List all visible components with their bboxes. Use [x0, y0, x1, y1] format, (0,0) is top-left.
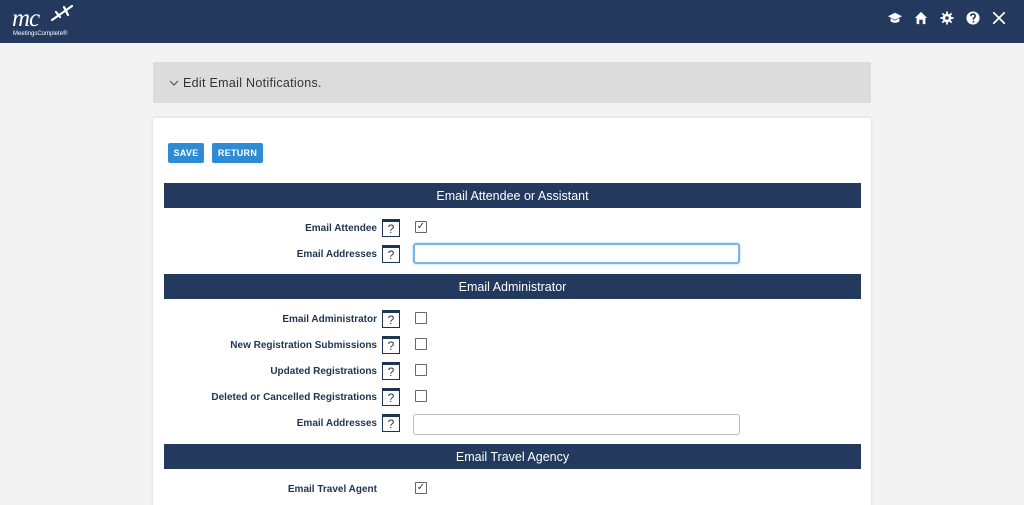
email-travel-agent-label: Email Travel Agent: [287, 484, 377, 495]
app-logo[interactable]: mc MeetingsComplete®: [10, 3, 80, 41]
attendee-email-addresses-input[interactable]: [413, 243, 740, 264]
help-icon[interactable]: ?: [382, 219, 400, 237]
email-administrator-checkbox[interactable]: [415, 312, 427, 324]
return-button[interactable]: RETURN: [212, 143, 263, 163]
section-header-travel-agency: Email Travel Agency: [164, 444, 861, 469]
question-icon[interactable]: [966, 11, 980, 25]
updated-registrations-checkbox[interactable]: [415, 364, 427, 376]
help-icon[interactable]: ?: [382, 245, 400, 263]
help-icon[interactable]: ?: [382, 310, 400, 328]
email-travel-agent-checkbox[interactable]: ✓: [415, 482, 427, 494]
header-icons: [888, 11, 1006, 25]
section-header-administrator: Email Administrator: [164, 274, 861, 299]
home-icon[interactable]: [914, 11, 928, 25]
email-administrator-label: Email Administrator: [282, 314, 377, 325]
deleted-cancelled-registrations-label: Deleted or Cancelled Registrations: [211, 392, 377, 403]
updated-registrations-label: Updated Registrations: [270, 366, 377, 377]
save-button[interactable]: SAVE: [168, 143, 204, 163]
section-header-attendee: Email Attendee or Assistant: [164, 183, 861, 208]
notifications-panel: SAVE RETURN Email Attendee or Assistant …: [153, 118, 871, 505]
help-icon[interactable]: ?: [382, 336, 400, 354]
close-icon[interactable]: [992, 11, 1006, 25]
logo-subtitle: MeetingsComplete®: [13, 31, 68, 37]
email-attendee-checkbox[interactable]: ✓: [415, 221, 427, 233]
airplane-icon: [50, 4, 74, 22]
chevron-down-icon: [169, 80, 179, 86]
logo-mark: mc: [12, 5, 40, 32]
attendee-email-addresses-label: Email Addresses: [296, 249, 377, 260]
edit-email-notifications-toggle[interactable]: Edit Email Notifications.: [153, 62, 871, 103]
new-registration-submissions-label: New Registration Submissions: [230, 340, 377, 351]
section-title: Edit Email Notifications.: [183, 75, 322, 90]
new-registration-submissions-checkbox[interactable]: [415, 338, 427, 350]
top-bar: mc MeetingsComplete®: [0, 0, 1024, 43]
gear-icon[interactable]: [940, 11, 954, 25]
email-attendee-label: Email Attendee: [305, 223, 377, 234]
graduation-cap-icon[interactable]: [888, 11, 902, 25]
help-icon[interactable]: ?: [382, 362, 400, 380]
admin-email-addresses-label: Email Addresses: [296, 418, 377, 429]
admin-email-addresses-input[interactable]: [413, 414, 740, 435]
help-icon[interactable]: ?: [382, 388, 400, 406]
deleted-cancelled-registrations-checkbox[interactable]: [415, 390, 427, 402]
help-icon[interactable]: ?: [382, 414, 400, 432]
